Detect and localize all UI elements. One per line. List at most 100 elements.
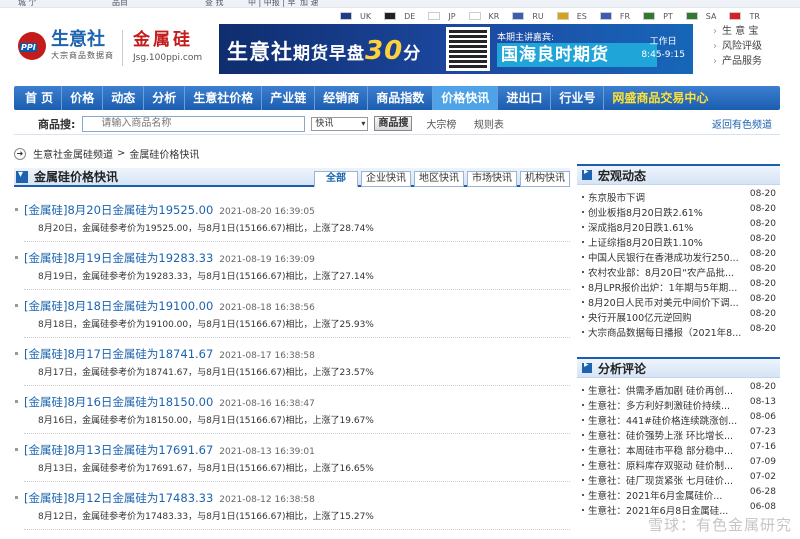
banner-schedule: 工作日 8:45-9:15 [641, 37, 685, 60]
flag-icon [340, 12, 352, 20]
nav-item[interactable]: 网盛商品交易中心 [604, 86, 716, 110]
nav-item[interactable]: 首 页 [17, 86, 63, 110]
flag-icon [428, 12, 441, 20]
news-tab[interactable]: 企业快讯 [361, 171, 411, 187]
sidebar-item-title: 8月20日人民币对美元中间价下调... [588, 297, 739, 309]
nav-item[interactable]: 经销商 [315, 86, 369, 110]
sidebar-item-title: 上证综指8月20日跌1.10% [588, 237, 703, 249]
sidebar-item-title: 生意社：441#硅价格连续跳涨创... [588, 415, 738, 427]
news-entry: [金属硅]8月16日金属硅为18150.00 2021-08-16 16:38:4… [15, 394, 570, 434]
nav-item[interactable]: 进出口 [498, 86, 552, 110]
sidebar-item[interactable]: 央行开展100亿元逆回购 08-20 [577, 309, 780, 324]
language-option[interactable]: TR [729, 12, 760, 21]
news-summary: 8月20日，金属硅参考价为19525.00，与8月1日(15166.67)相比，… [38, 224, 374, 234]
site-logo[interactable]: 生意社 大宗商品数据商 [18, 30, 114, 61]
nav-item[interactable]: 行业号 [551, 86, 605, 110]
sidebar-item[interactable]: 创业板指8月20日跌2.61% 08-20 [577, 204, 780, 219]
nav-item[interactable]: 分析 [144, 86, 186, 110]
news-headline-link[interactable]: [金属硅]8月20日金属硅为19525.00 [24, 203, 213, 217]
news-entry: [金属硅]8月18日金属硅为19100.00 2021-08-18 16:38:5… [15, 298, 570, 338]
sidebar-item[interactable]: 大宗商品数据每日播报（2021年8... 08-20 [577, 324, 780, 339]
news-headline-link[interactable]: [金属硅]8月16日金属硅为18150.00 [24, 395, 213, 409]
language-option[interactable]: PT [643, 12, 673, 21]
news-summary: 8月13日，金属硅参考价为17691.67，与8月1日(15166.67)相比，… [38, 464, 374, 474]
news-tab[interactable]: 地区快讯 [414, 171, 464, 187]
language-option[interactable]: JP [428, 12, 456, 21]
panel-header: 金属硅价格快讯 全部企业快讯地区快讯市场快讯机构快讯 [14, 168, 570, 187]
news-headline-link[interactable]: [金属硅]8月18日金属硅为19100.00 [24, 299, 213, 313]
sidebar-item[interactable]: 农村农业部：8月20日“农产品批... 08-20 [577, 264, 780, 279]
language-option[interactable]: FR [599, 12, 630, 21]
sidebar-item-title: 农村农业部：8月20日“农产品批... [588, 267, 735, 279]
nav-item[interactable]: 动态 [103, 86, 145, 110]
language-option[interactable]: KR [468, 12, 499, 21]
rules-link[interactable]: 规则表 [474, 120, 504, 131]
language-option[interactable]: RU [512, 12, 544, 21]
utility-links[interactable]: 中 | 中报 | 早 [248, 0, 296, 8]
news-tab[interactable]: 市场快讯 [467, 171, 517, 187]
news-headline-link[interactable]: [金属硅]8月19日金属硅为19283.33 [24, 251, 213, 265]
sidebar-item-date: 08-20 [749, 189, 776, 199]
sidebar-item[interactable]: 生意社：多方利好刺激硅价持续... 08-13 [577, 397, 780, 412]
sidebar-item[interactable]: 生意社：原料库存双驱动 硅价制... 07-09 [577, 457, 780, 472]
sidebar-item-title: 生意社：2021年6月金属硅价... [588, 490, 723, 502]
search-type-select[interactable]: 快讯 [311, 116, 369, 131]
section-icon [582, 360, 592, 373]
news-entry: [金属硅]8月12日金属硅为17483.33 2021-08-12 16:38:5… [15, 490, 570, 530]
channel-logo[interactable]: 金属硅 Jsg.100ppi.com [133, 30, 202, 63]
news-headline-link[interactable]: [金属硅]8月12日金属硅为17483.33 [24, 491, 213, 505]
news-tab[interactable]: 全部 [314, 171, 358, 187]
news-headline-link[interactable]: [金属硅]8月13日金属硅为17691.67 [24, 443, 213, 457]
ad-banner[interactable]: 生意社期货早盘30分 本期主讲嘉宾: 国海良时期货 工作日 8:45-9:15 [219, 24, 693, 74]
language-option[interactable]: SA [685, 12, 716, 21]
sidebar-item[interactable]: 生意社：供需矛盾加剧 硅价再创... 08-20 [577, 382, 780, 397]
utility-search-button[interactable]: 查 找 [205, 0, 224, 8]
sidebar-item-date: 07-02 [749, 472, 776, 482]
language-option[interactable]: DE [384, 12, 415, 21]
main-nav: 首 页价格 动态 分析 生意社价格 产业链 经销商 商品指数 价格快讯 进出口 行业号 网盛商品交易… [14, 86, 780, 110]
search-input[interactable] [82, 115, 306, 132]
analysis-list: 生意社：供需矛盾加剧 硅价再创... 08-20 生意社：多方利好刺激硅价持续...… [577, 378, 780, 517]
news-entry: [金属硅]8月19日金属硅为19283.33 2021-08-19 16:39:0… [15, 250, 570, 290]
news-headline-link[interactable]: [金属硅]8月17日金属硅为18741.67 [24, 347, 213, 361]
search-button[interactable]: 商品搜 [374, 116, 413, 131]
utility-text: 城 亇 [18, 0, 37, 7]
sidebar-item[interactable]: 中国人民银行在香港成功发行250... 08-20 [577, 249, 780, 264]
news-date: 2021-08-13 16:39:01 [219, 447, 315, 457]
sidebar-item[interactable]: 上证综指8月20日跌1.10% 08-20 [577, 234, 780, 249]
news-tab[interactable]: 机构快讯 [520, 171, 570, 187]
language-option[interactable]: ES [556, 12, 587, 21]
sidebar-item[interactable]: 东京股市下调 08-20 [577, 189, 780, 204]
sidebar-item[interactable]: 生意社：441#硅价格连续跳涨创... 08-06 [577, 412, 780, 427]
back-to-channel-link[interactable]: 返回有色频道 [712, 116, 772, 131]
sidebar-item-date: 07-23 [749, 427, 776, 437]
sidebar-item-title: 8月LPR报价出炉：1年期与5年期... [588, 282, 738, 294]
nav-item[interactable]: 商品指数 [368, 86, 434, 110]
quick-link[interactable]: 风险评级 [713, 39, 762, 54]
quick-link[interactable]: 生 意 宝 [713, 24, 762, 39]
sidebar-item[interactable]: 生意社：2021年6月金属硅价... 06-28 [577, 487, 780, 502]
channel-url: Jsg.100ppi.com [133, 53, 203, 63]
sidebar-item[interactable]: 8月LPR报价出炉：1年期与5年期... 08-20 [577, 279, 780, 294]
quick-link[interactable]: 产品服务 [713, 54, 762, 69]
sidebar-item[interactable]: 8月20日人民币对美元中间价下调... 08-20 [577, 294, 780, 309]
breadcrumb-separator: > [117, 148, 126, 159]
sidebar-item[interactable]: 生意社：本周硅市平稳 部分稳中... 07-16 [577, 442, 780, 457]
breadcrumb-link[interactable]: 生意社金属硅频道 [33, 146, 113, 161]
nav-item[interactable]: 产业链 [262, 86, 316, 110]
banner-firm: 国海良时期货 [497, 43, 657, 67]
sidebar-item-date: 08-20 [749, 204, 776, 214]
language-option[interactable]: UK [340, 12, 371, 21]
sidebar-item[interactable]: 深成指8月20日跌1.61% 08-20 [577, 219, 780, 234]
nav-item[interactable]: 价格快讯 [433, 86, 499, 110]
watermark: 雪球：有色金属研究 [647, 516, 792, 534]
news-summary: 8月19日，金属硅参考价为19283.33，与8月1日(15166.67)相比，… [38, 272, 374, 282]
nav-item[interactable]: 生意社价格 [185, 86, 263, 110]
news-summary: 8月18日，金属硅参考价为19100.00，与8月1日(15166.67)相比，… [38, 320, 374, 330]
sidebar: 宏观动态 东京股市下调08-20创业板指8月20日跌2.61%08-20深成指8… [577, 164, 780, 517]
sidebar-item[interactable]: 生意社：硅价强势上涨 环比增长... 07-23 [577, 427, 780, 442]
nav-item[interactable]: 价格 [62, 86, 104, 110]
rank-link[interactable]: 大宗榜 [426, 120, 456, 131]
sidebar-item[interactable]: 生意社：硅厂现货紧张 七月硅价... 07-02 [577, 472, 780, 487]
news-summary: 8月17日，金属硅参考价为18741.67，与8月1日(15166.67)相比，… [38, 368, 374, 378]
